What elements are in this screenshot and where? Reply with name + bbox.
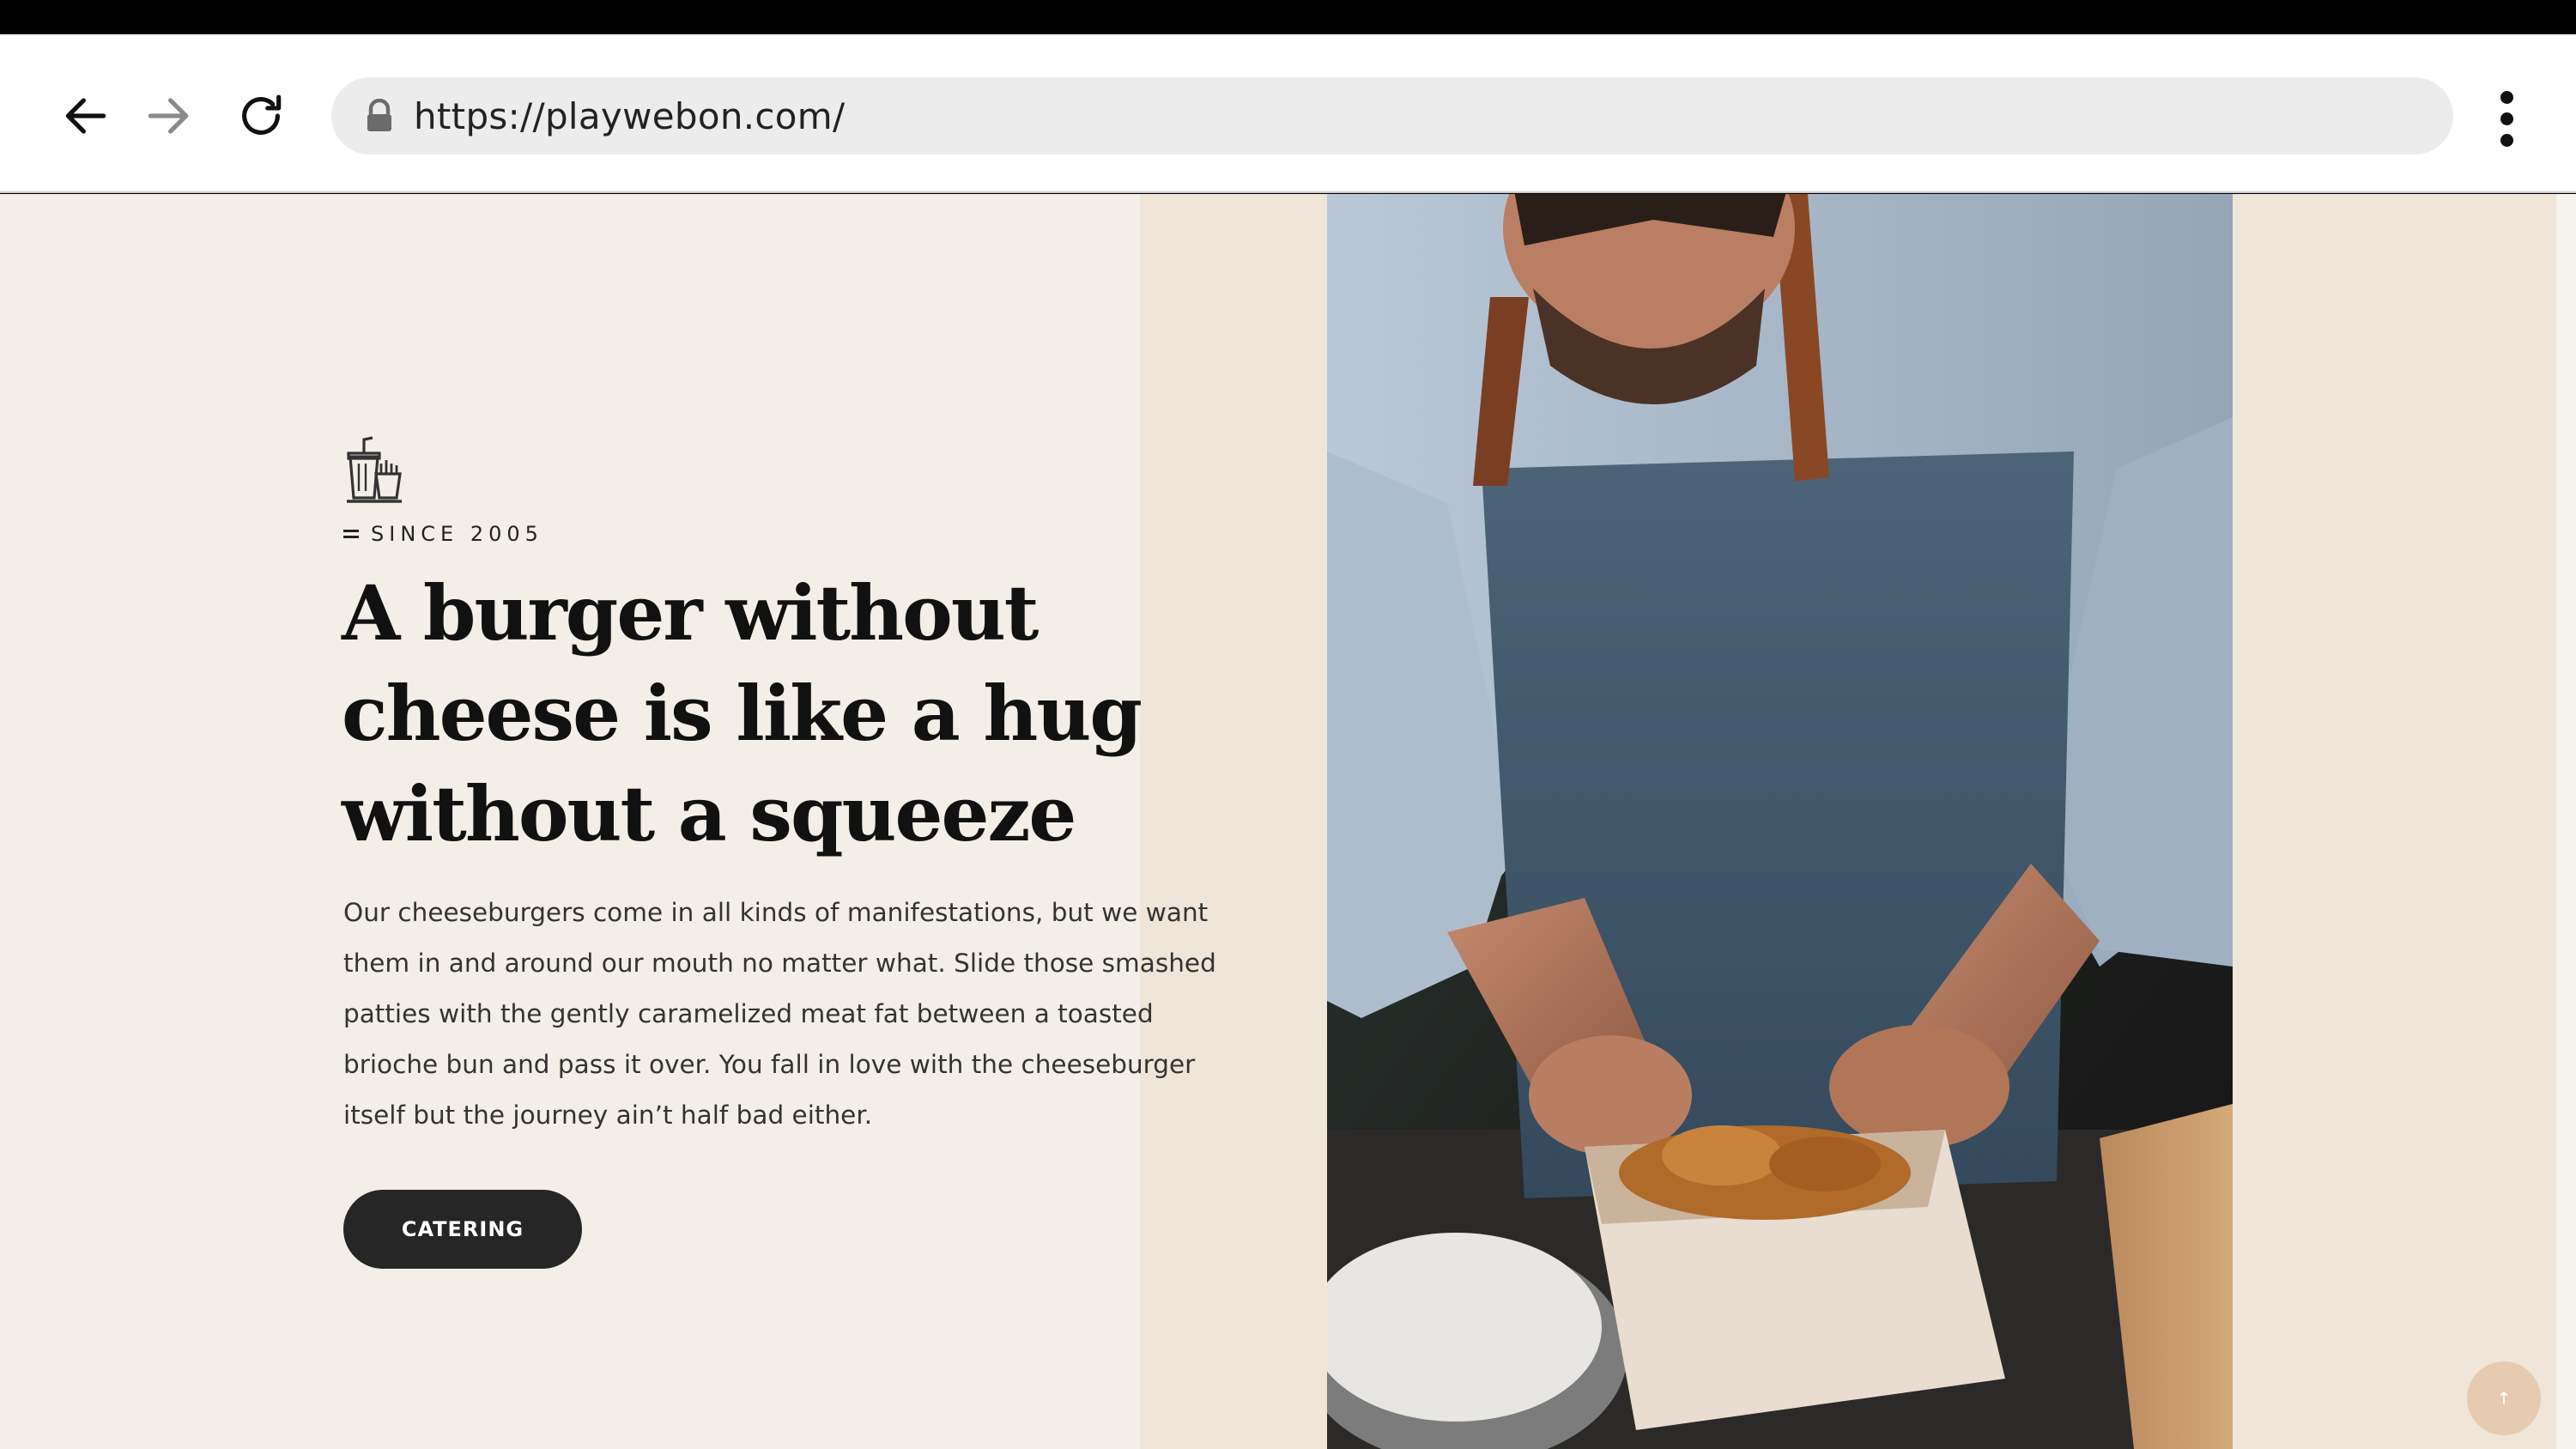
arrow-right-icon bbox=[148, 98, 189, 134]
web-page: SINCE 2005 A burger without cheese is li… bbox=[0, 194, 2576, 1449]
arrow-left-icon bbox=[65, 98, 106, 134]
hero-description: Our cheeseburgers come in all kinds of m… bbox=[343, 898, 1216, 1130]
scroll-to-top-button[interactable]: ↑ bbox=[2467, 1361, 2541, 1435]
fast-food-icon bbox=[347, 436, 402, 503]
eyebrow-label: SINCE 2005 bbox=[343, 522, 543, 546]
since-text: SINCE 2005 bbox=[371, 522, 543, 546]
browser-toolbar: https://playwebon.com/ bbox=[0, 34, 2576, 193]
hero-headline: A burger without cheese is like a hug wi… bbox=[342, 568, 1143, 858]
browser-menu-button[interactable] bbox=[2472, 84, 2541, 153]
chef-photo bbox=[1327, 194, 2233, 1449]
lock-icon bbox=[367, 99, 391, 131]
kebab-menu-icon bbox=[2500, 90, 2513, 104]
scrollbar-track[interactable] bbox=[2556, 194, 2576, 1449]
reload-icon bbox=[242, 94, 282, 135]
arrow-up-icon: ↑ bbox=[2496, 1388, 2512, 1409]
reload-button[interactable] bbox=[218, 77, 304, 155]
forward-button[interactable] bbox=[125, 77, 211, 155]
back-button[interactable] bbox=[43, 77, 129, 155]
url-text: https://playwebon.com/ bbox=[414, 94, 846, 137]
system-status-bar bbox=[0, 0, 2576, 34]
catering-button[interactable]: CATERING bbox=[343, 1190, 582, 1269]
address-bar[interactable]: https://playwebon.com/ bbox=[331, 77, 2453, 155]
eyebrow-dash-icon bbox=[343, 530, 359, 538]
